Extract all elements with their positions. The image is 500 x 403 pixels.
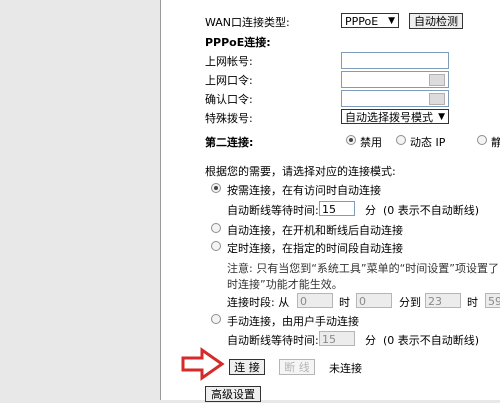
second-connection-label: 第二连接: [205, 136, 254, 149]
idle-time-unit: 分 [365, 204, 376, 217]
account-input[interactable] [341, 52, 449, 69]
manual-idle-time-unit: 分 [365, 334, 376, 347]
wan-type-label: WAN口连接类型: [205, 16, 290, 29]
second-disable-label: 禁用 [360, 136, 382, 149]
idle-time-note: (0 表示不自动断线) [383, 204, 480, 217]
disconnect-button[interactable]: 断 线 [279, 359, 315, 375]
period-to-hour-input[interactable]: 23 [425, 293, 461, 308]
timed-note-line1: 注意: 只有当您到“系统工具”菜单的“时间设置”项设置了 [227, 262, 499, 275]
special-dial-select[interactable]: 自动选择拨号模式 ▼ [341, 109, 449, 124]
timed-note-line2: 时连接”功能才能生效。 [227, 278, 343, 291]
manual-idle-time-input[interactable]: 15 [319, 331, 355, 346]
timed-connect-radio[interactable] [211, 241, 221, 251]
period-hour-label: 时 [339, 296, 350, 309]
second-disable-radio[interactable] [346, 135, 356, 145]
auto-connect-radio[interactable] [211, 223, 221, 233]
manual-idle-time-note: (0 表示不自动断线) [383, 334, 480, 347]
on-demand-label: 按需连接，在有访问时自动连接 [227, 184, 381, 197]
pointer-arrow-icon [181, 347, 225, 381]
timed-connect-label: 定时连接，在指定的时间段自动连接 [227, 242, 403, 255]
idle-time-input[interactable]: 15 [319, 201, 355, 216]
manual-idle-time-label: 自动断线等待时间: [227, 334, 319, 347]
confirm-password-label: 确认口令: [205, 93, 253, 106]
period-to-hour-label: 时 [467, 296, 478, 309]
period-from-hour-input[interactable]: 0 [297, 293, 333, 308]
second-dynamic-ip-label: 动态 IP [410, 136, 446, 149]
manual-connect-label: 手动连接，由用户手动连接 [227, 315, 359, 328]
auto-detect-button[interactable]: 自动检测 [409, 13, 463, 29]
period-to-minute-input[interactable]: 59 [485, 293, 500, 308]
auto-connect-label: 自动连接，在开机和断线后自动连接 [227, 224, 403, 237]
dropdown-arrow-icon: ▼ [438, 112, 445, 122]
special-dial-label: 特殊拨号: [205, 112, 253, 125]
password-label: 上网口令: [205, 74, 253, 87]
keyboard-icon [429, 74, 445, 86]
confirm-password-input[interactable] [341, 90, 449, 107]
connect-button[interactable]: 连 接 [229, 359, 265, 375]
second-dynamic-ip-radio[interactable] [396, 135, 406, 145]
pppoe-section-title: PPPoE连接: [205, 36, 271, 49]
settings-panel: WAN口连接类型: PPPoE ▼ 自动检测 PPPoE连接: 上网帐号: 上网口… [160, 0, 500, 402]
mode-intro: 根据您的需要，请选择对应的连接模式: [205, 165, 396, 178]
wan-type-select[interactable]: PPPoE ▼ [341, 13, 399, 28]
period-to-label: 分到 [399, 296, 421, 309]
idle-time-label: 自动断线等待时间: [227, 204, 319, 217]
manual-connect-radio[interactable] [211, 314, 221, 324]
period-label: 连接时段: 从 [227, 296, 290, 309]
password-input[interactable] [341, 71, 449, 88]
keyboard-icon [429, 93, 445, 105]
second-static-ip-label: 静 [491, 136, 500, 149]
dropdown-arrow-icon: ▼ [388, 16, 395, 26]
account-label: 上网帐号: [205, 55, 253, 68]
connection-status: 未连接 [329, 362, 362, 375]
second-static-ip-radio[interactable] [477, 135, 487, 145]
on-demand-radio[interactable] [211, 183, 221, 193]
period-from-minute-input[interactable]: 0 [356, 293, 392, 308]
